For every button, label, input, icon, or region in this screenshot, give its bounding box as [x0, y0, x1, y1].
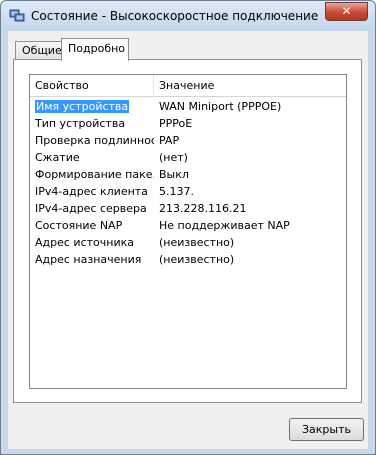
column-header-property[interactable]: Свойство	[30, 75, 154, 97]
value-cell: WAN Miniport (PPPOE)	[159, 100, 282, 113]
property-text: Адрес назначения	[35, 253, 142, 266]
table-row[interactable]: Имя устройства WAN Miniport (PPPOE)	[30, 98, 346, 115]
property-text: IPv4-адрес сервера	[35, 202, 147, 215]
property-cell: Проверка подлинности	[35, 132, 154, 149]
value-cell: 213.228.116.21	[159, 202, 247, 215]
table-row[interactable]: Сжатие (нет)	[30, 149, 346, 166]
details-tab-panel: Свойство Значение Имя устройства WAN Mini…	[13, 59, 362, 403]
property-text: Состояние NAP	[35, 219, 123, 232]
close-icon: ✕	[341, 4, 352, 18]
property-cell: Адрес источника	[35, 234, 154, 251]
property-cell: Состояние NAP	[35, 217, 154, 234]
property-text: IPv4-адрес клиента	[35, 185, 148, 198]
value-cell: Выкл	[159, 168, 189, 181]
list-header: Свойство Значение	[30, 75, 346, 97]
property-cell: IPv4-адрес сервера	[35, 200, 154, 217]
property-cell: Адрес назначения	[35, 251, 154, 268]
table-row[interactable]: Тип устройства PPPoE	[30, 115, 346, 132]
property-cell: Сжатие	[35, 149, 154, 166]
property-cell: Формирование паке...	[35, 166, 154, 183]
table-row[interactable]: Формирование паке... Выкл	[30, 166, 346, 183]
value-cell: PPPoE	[159, 117, 193, 130]
property-text: Имя устройства	[35, 100, 130, 113]
tab-details[interactable]: Подробно	[61, 38, 129, 61]
value-cell: (нет)	[159, 151, 188, 164]
value-cell: (неизвестно)	[159, 236, 235, 249]
property-cell: Тип устройства	[35, 115, 154, 132]
table-row[interactable]: Адрес назначения (неизвестно)	[30, 251, 346, 268]
table-row[interactable]: Состояние NAP Не поддерживает NAP	[30, 217, 346, 234]
table-row[interactable]: IPv4-адрес сервера 213.228.116.21	[30, 200, 346, 217]
property-text: Проверка подлинности	[35, 134, 154, 147]
column-header-value[interactable]: Значение	[154, 75, 346, 97]
property-text: Формирование паке...	[35, 168, 154, 181]
property-text: Тип устройства	[35, 117, 126, 130]
dialog-window: Состояние - Высокоскоростное подключение…	[0, 0, 376, 455]
table-row[interactable]: Адрес источника (неизвестно)	[30, 234, 346, 251]
table-row[interactable]: Проверка подлинности PAP	[30, 132, 346, 149]
network-connection-icon	[9, 9, 25, 22]
property-text: Адрес источника	[35, 236, 134, 249]
window-close-button[interactable]: ✕	[325, 2, 368, 21]
list-rows: Имя устройства WAN Miniport (PPPOE) Тип ус…	[30, 98, 346, 268]
value-cell: PAP	[159, 134, 180, 147]
property-text: Сжатие	[35, 151, 80, 164]
close-button[interactable]: Закрыть	[289, 418, 364, 441]
value-cell: Не поддерживает NAP	[159, 219, 290, 232]
value-cell: 5.137.	[159, 185, 194, 198]
details-list[interactable]: Свойство Значение Имя устройства WAN Mini…	[29, 74, 347, 389]
tab-general[interactable]: Общие	[15, 41, 62, 60]
title-bar[interactable]: Состояние - Высокоскоростное подключение…	[1, 1, 375, 31]
dialog-client-area: Общие Подробно Свойство Значение Имя уст…	[8, 31, 368, 449]
property-cell: Имя устройства	[35, 98, 154, 115]
table-row[interactable]: IPv4-адрес клиента 5.137.	[30, 183, 346, 200]
property-cell: IPv4-адрес клиента	[35, 183, 154, 200]
window-title: Состояние - Высокоскоростное подключение	[31, 9, 319, 23]
value-cell: (неизвестно)	[159, 253, 235, 266]
